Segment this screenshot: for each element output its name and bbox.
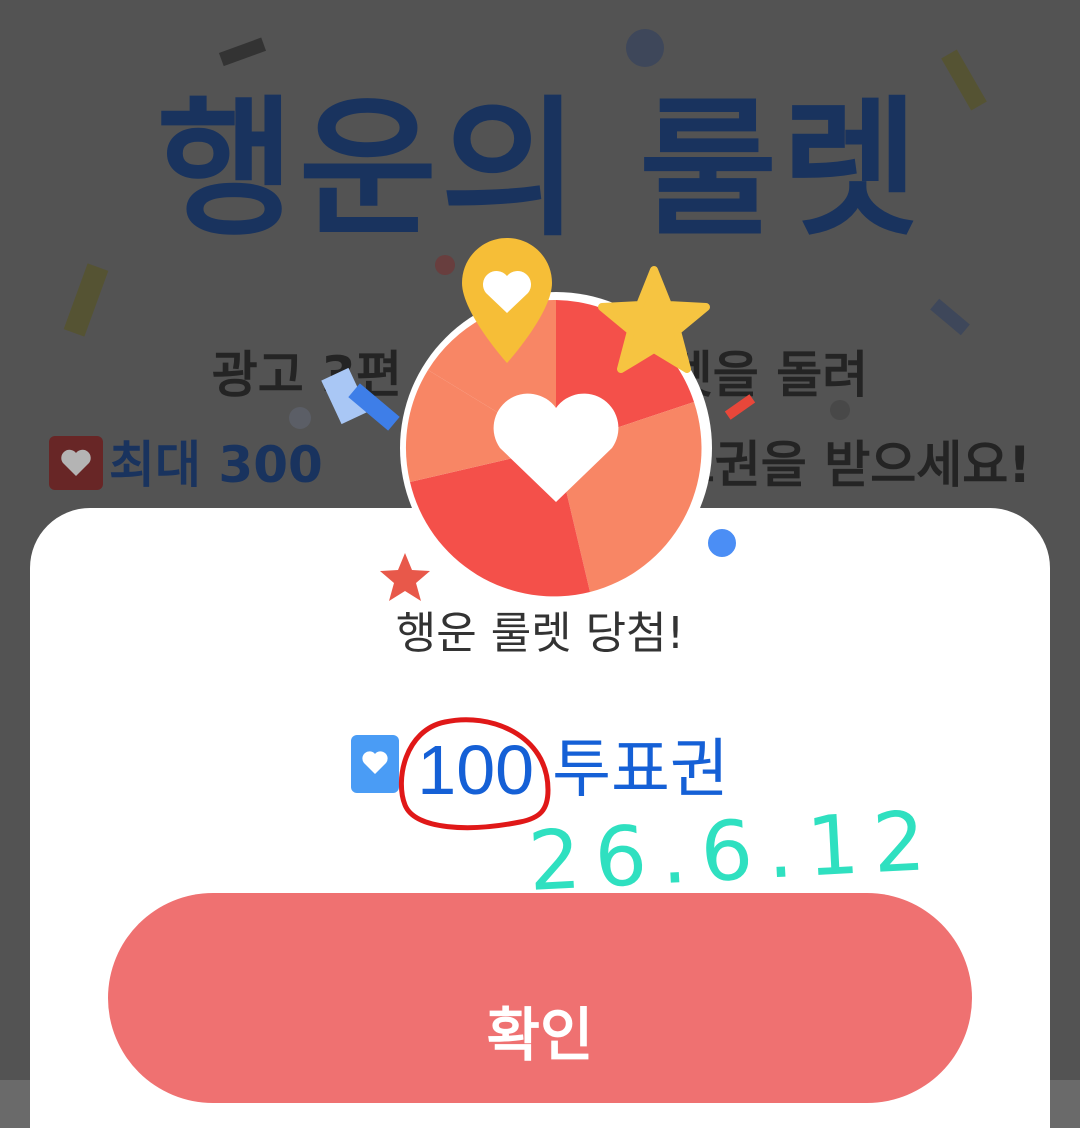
win-title: 행운 룰렛 당첨! [395,608,685,659]
reward-row: 100 투표권 [0,735,1080,805]
reward-amount: 100 [417,731,535,809]
vote-ticket-icon [351,735,400,793]
confirm-button[interactable]: 확인 [108,893,972,1103]
reward-unit: 투표권 [552,733,729,807]
